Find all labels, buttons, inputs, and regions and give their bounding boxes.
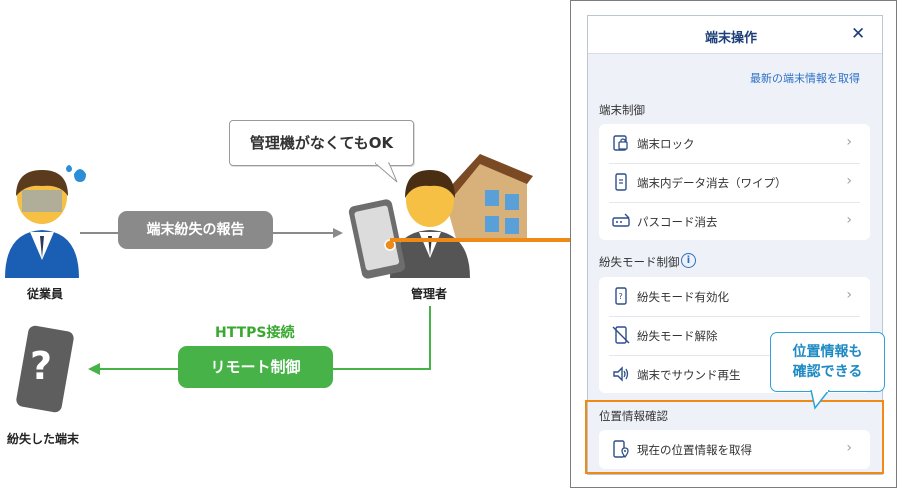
menu-item-label: 紛失モード有効化 <box>637 290 729 304</box>
chevron-right-icon: › <box>846 212 852 228</box>
section-heading-device-control: 端末制御 <box>599 103 645 117</box>
callout-line-2: 確認できる <box>792 364 863 380</box>
callout-line-1: 位置情報も <box>792 344 863 360</box>
chevron-right-icon: › <box>846 173 852 189</box>
menu-item-label: 紛失モード解除 <box>637 329 718 343</box>
chevron-right-icon: › <box>846 134 852 150</box>
employee-figure <box>0 160 90 280</box>
sound-icon <box>612 365 630 383</box>
menu-item-label: パスコード消去 <box>637 215 718 229</box>
employee-label: 従業員 <box>26 287 63 301</box>
question-mark: ? <box>30 344 53 388</box>
lost-mode-icon: ? <box>612 287 630 305</box>
menu-item-label: 端末内データ消去（ワイプ） <box>637 176 787 190</box>
admin-figure <box>345 150 535 280</box>
close-icon[interactable]: ✕ <box>851 24 865 44</box>
callout-tail <box>805 389 835 412</box>
location-callout: 位置情報も 確認できる <box>770 332 885 392</box>
passcode-icon <box>612 212 630 230</box>
wipe-icon <box>612 173 630 191</box>
location-highlight-box <box>585 400 884 474</box>
menu-item-lost-mode-enable[interactable]: ? 紛失モード有効化 › <box>599 277 870 316</box>
chevron-right-icon: › <box>846 287 852 303</box>
admin-label: 管理者 <box>410 287 447 301</box>
lost-mode-off-icon <box>612 326 630 344</box>
lock-icon <box>612 134 630 152</box>
svg-text:?: ? <box>619 292 623 301</box>
panel-connector <box>390 238 572 242</box>
panel-title: 端末操作 <box>705 31 758 46</box>
https-label: HTTPS接続 <box>215 325 295 341</box>
info-icon[interactable]: i <box>681 253 696 268</box>
report-pill: 端末紛失の報告 <box>118 211 273 249</box>
refresh-device-info-link[interactable]: 最新の端末情報を取得 <box>750 70 860 86</box>
lost-device-label: 紛失した端末 <box>6 432 79 446</box>
menu-item-label: 端末ロック <box>637 137 695 151</box>
device-control-card: 端末ロック › 端末内データ消去（ワイプ） › パスコード消去 › <box>599 124 870 240</box>
menu-item-label: 端末でサウンド再生 <box>637 368 741 382</box>
section-heading-lost-mode: 紛失モード制御 <box>599 255 680 269</box>
menu-item-wipe[interactable]: 端末内データ消去（ワイプ） › <box>599 163 870 202</box>
menu-item-lock[interactable]: 端末ロック › <box>599 124 870 163</box>
remote-pill: リモート制御 <box>178 346 333 388</box>
menu-item-passcode-clear[interactable]: パスコード消去 › <box>599 202 870 241</box>
